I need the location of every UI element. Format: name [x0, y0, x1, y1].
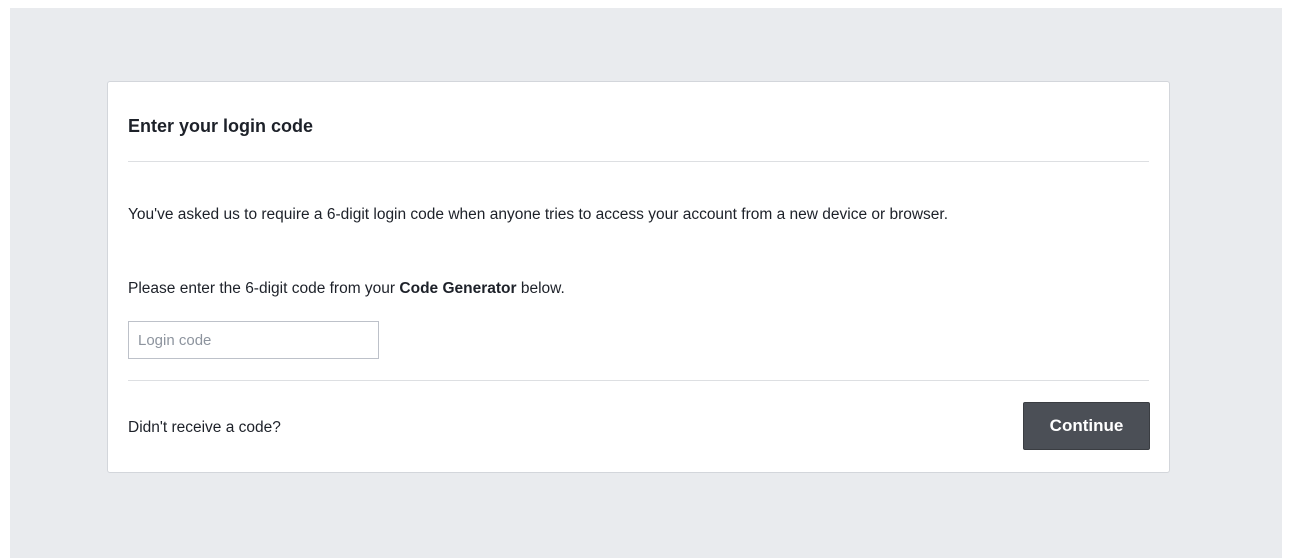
instruction-text: Please enter the 6-digit code from your … [128, 278, 565, 300]
code-generator-label: Code Generator [399, 280, 517, 297]
header-divider [128, 161, 1149, 162]
instruction-prefix: Please enter the 6-digit code from your [128, 280, 400, 297]
footer-divider [128, 380, 1149, 381]
login-code-dialog: Enter your login code You've asked us to… [107, 81, 1170, 473]
login-code-input[interactable] [128, 321, 379, 359]
dialog-title: Enter your login code [128, 116, 314, 136]
didnt-receive-code-link[interactable]: Didn't receive a code? [128, 419, 281, 437]
instruction-suffix: below. [516, 280, 565, 297]
intro-text: You've asked us to require a 6-digit log… [128, 206, 949, 223]
continue-button[interactable]: Continue [1023, 402, 1150, 450]
